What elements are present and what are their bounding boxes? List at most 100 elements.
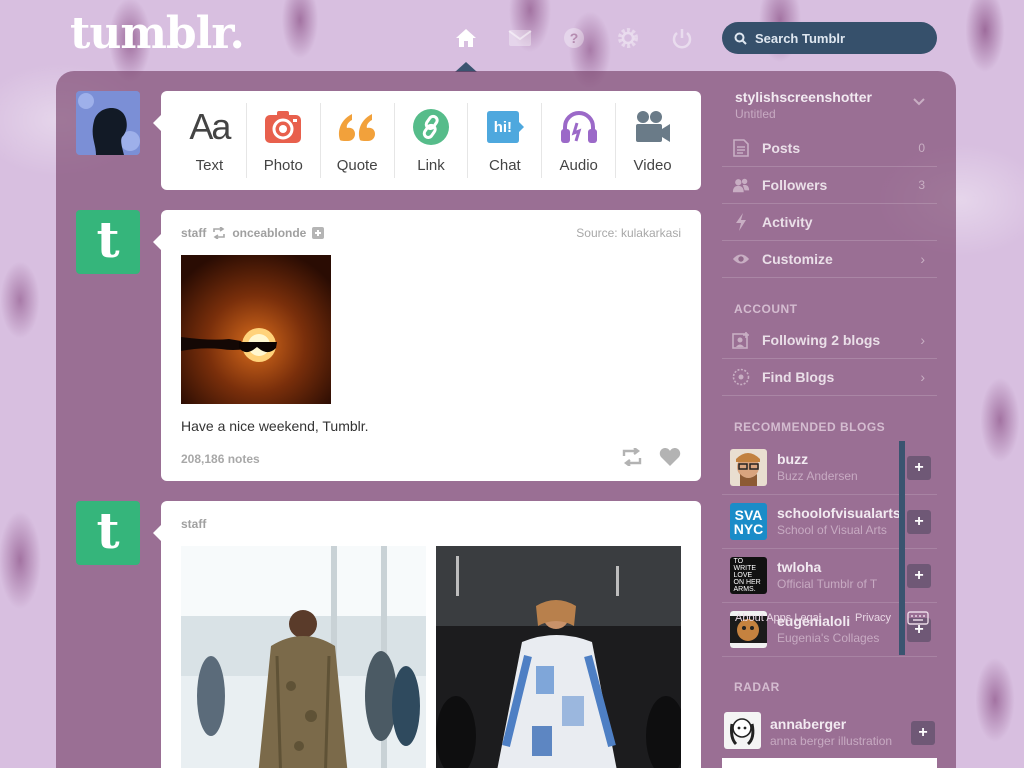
post-author-avatar[interactable]: t: [76, 501, 140, 565]
sidebar-item-following[interactable]: Following 2 blogs ›: [722, 322, 937, 359]
search-box[interactable]: [722, 22, 937, 54]
post-author-link[interactable]: staff: [181, 517, 206, 531]
like-heart-icon[interactable]: [659, 448, 681, 466]
post-source-link[interactable]: Source: kulakarkasi: [576, 226, 681, 240]
post-type-label: Text: [195, 157, 224, 174]
sidebar-item-find-blogs[interactable]: Find Blogs ›: [722, 359, 937, 396]
reblog-icon[interactable]: [621, 448, 643, 466]
headphones-icon: [559, 107, 599, 147]
blog-title: Untitled: [735, 107, 776, 121]
search-icon: [734, 32, 747, 45]
post-type-label: Chat: [489, 157, 521, 174]
sidebar-item-followers[interactable]: Followers 3: [722, 167, 937, 204]
reblogged-from-link[interactable]: onceablonde: [232, 226, 306, 240]
recommended-blog-subtitle: Official Tumblr of T: [777, 577, 878, 591]
top-nav: ?: [452, 24, 696, 52]
reblog-small-icon: [213, 227, 226, 239]
sva-avatar: SVA NYC: [730, 503, 767, 540]
chat-icon: hi!: [485, 107, 525, 147]
post-actions: [621, 448, 681, 466]
post-notes-count[interactable]: 208,186 notes: [181, 452, 260, 466]
search-input[interactable]: [755, 30, 925, 46]
chevron-right-icon: ›: [920, 251, 925, 267]
recommended-scroll-indicator: [899, 441, 905, 655]
sidebar-item-posts[interactable]: Posts 0: [722, 130, 937, 167]
sidebar-item-label: Followers: [762, 177, 828, 193]
link-icon: [413, 107, 449, 147]
post-author-avatar[interactable]: t: [76, 210, 140, 274]
photoset: [181, 546, 681, 768]
recommended-blog-name[interactable]: buzz: [777, 451, 905, 467]
photoset-image[interactable]: [436, 546, 681, 768]
post-type-label: Quote: [336, 157, 378, 174]
post-caption: Have a nice weekend, Tumblr.: [181, 418, 369, 434]
new-chat-post-button[interactable]: hi! Chat: [468, 103, 543, 178]
post-photo[interactable]: [181, 255, 331, 404]
gear-icon[interactable]: [614, 24, 642, 52]
post-card: staff onceablonde Source: kulakarkasi Ha…: [153, 210, 701, 481]
follow-button[interactable]: +: [907, 564, 931, 588]
new-photo-post-button[interactable]: Photo: [247, 103, 321, 178]
followers-icon: [732, 176, 750, 194]
keyboard-icon[interactable]: [907, 611, 929, 625]
follow-button[interactable]: +: [911, 721, 935, 745]
home-icon[interactable]: [452, 24, 480, 52]
annaberger-avatar: [724, 712, 761, 749]
mail-icon[interactable]: [506, 24, 534, 52]
quote-icon: [336, 107, 378, 147]
radar-section-title: RADAR: [734, 680, 780, 694]
text-icon: Aa: [189, 106, 231, 147]
new-video-post-button[interactable]: Video: [616, 103, 689, 178]
help-icon[interactable]: ?: [560, 24, 588, 52]
sidebar-item-customize[interactable]: Customize ›: [722, 241, 937, 278]
sidebar-item-label: Following 2 blogs: [762, 332, 881, 348]
sidebar-item-label: Posts: [762, 140, 801, 156]
new-text-post-button[interactable]: Aa Text: [173, 103, 247, 178]
post-header: staff onceablonde: [181, 226, 325, 240]
recommended-blog-name[interactable]: twloha: [777, 559, 905, 575]
twloha-avatar: TO WRITE LOVE ON HER ARMS.: [730, 557, 767, 594]
recommended-blog-name[interactable]: schoolofvisualarts: [777, 505, 905, 521]
footer-links[interactable]: About Apps Legal: [735, 612, 821, 624]
post-composer: Aa Text Photo Quote Link hi! Chat Audio: [153, 91, 701, 190]
post-header: staff: [181, 517, 206, 531]
new-link-post-button[interactable]: Link: [395, 103, 469, 178]
follow-small-icon[interactable]: [312, 227, 325, 239]
new-quote-post-button[interactable]: Quote: [321, 103, 395, 178]
sidebar-item-label: Customize: [762, 251, 833, 267]
sidebar-item-activity[interactable]: Activity: [722, 204, 937, 241]
chevron-right-icon: ›: [920, 369, 925, 385]
new-audio-post-button[interactable]: Audio: [542, 103, 617, 178]
compass-icon: [732, 368, 750, 386]
privacy-link[interactable]: Privacy: [855, 612, 891, 624]
post-type-label: Audio: [559, 157, 598, 174]
video-camera-icon: [634, 107, 672, 147]
post-type-label: Video: [633, 157, 672, 174]
radar-blog-subtitle: anna berger illustration: [770, 734, 893, 748]
activity-icon: [732, 213, 750, 231]
svg-text:?: ?: [570, 30, 579, 46]
following-icon: [732, 331, 750, 349]
posts-count: 0: [918, 141, 925, 155]
post-type-label: Photo: [263, 157, 303, 174]
account-section-title: ACCOUNT: [734, 302, 798, 316]
chevron-down-icon[interactable]: [913, 98, 925, 106]
followers-count: 3: [918, 178, 925, 192]
user-avatar[interactable]: [76, 91, 140, 155]
follow-button[interactable]: +: [907, 456, 931, 480]
follow-button[interactable]: +: [907, 510, 931, 534]
blog-name[interactable]: stylishscreenshotter: [735, 89, 872, 105]
power-icon[interactable]: [668, 24, 696, 52]
buzz-avatar: [730, 449, 767, 486]
eye-icon: [732, 250, 750, 268]
post-type-label: Link: [417, 157, 445, 174]
recommended-section-title: RECOMMENDED BLOGS: [734, 420, 886, 434]
tumblr-logo[interactable]: tumblr.: [70, 8, 245, 59]
post-author-link[interactable]: staff: [181, 226, 206, 240]
sidebar-item-label: Activity: [762, 214, 813, 230]
radar-blog-row[interactable]: annaberger anna berger illustration +: [722, 706, 937, 760]
radar-post-preview[interactable]: [722, 758, 937, 768]
chevron-right-icon: ›: [920, 332, 925, 348]
radar-blog-name[interactable]: annaberger: [770, 716, 898, 732]
photoset-image[interactable]: [181, 546, 426, 768]
